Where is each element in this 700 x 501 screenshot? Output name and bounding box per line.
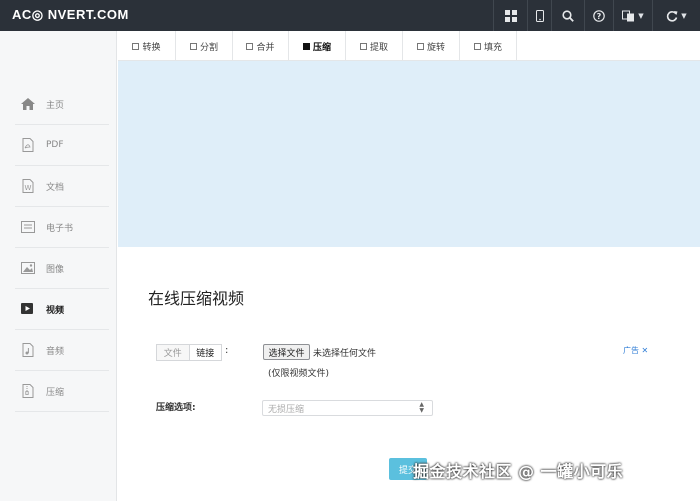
source-colon: :: [225, 345, 229, 356]
grid-icon: [504, 9, 517, 22]
video-icon: [19, 300, 37, 318]
tab-convert[interactable]: 转换: [118, 31, 176, 61]
sidebar-item-audio[interactable]: 音频: [15, 330, 109, 371]
select-value: 无损压缩: [268, 404, 305, 415]
tool-tabs: 转换 分割 合并 压缩 提取 旋转 填充: [118, 31, 700, 61]
sidebar-item-image[interactable]: 图像: [15, 248, 109, 289]
ebook-icon: [19, 218, 37, 236]
select-arrows-icon: ▲ ▼: [419, 401, 424, 414]
sidebar: 主页 PDF W 文档 电子书 图像 视频 音频 压缩: [0, 31, 117, 501]
ad-close-link[interactable]: 广告 ✕: [623, 345, 648, 356]
mobile-button[interactable]: [527, 0, 551, 31]
sidebar-item-label: 文档: [46, 182, 65, 193]
svg-text:?: ?: [597, 11, 602, 20]
tab-split[interactable]: 分割: [176, 31, 233, 61]
file-status: 未选择任何文件: [313, 349, 377, 359]
search-icon: [562, 9, 574, 22]
image-icon: [19, 259, 37, 277]
sidebar-item-label: 视频: [46, 305, 65, 316]
help-button[interactable]: ?: [584, 0, 613, 31]
watermark-text: 掘金技术社区 @ 一罐小可乐: [413, 462, 624, 481]
sidebar-item-ebook[interactable]: 电子书: [15, 207, 109, 248]
top-navbar: AC◎ NVERT.COM ? ▼ ▼: [0, 0, 700, 31]
refresh-icon: [667, 10, 678, 22]
language-dropdown[interactable]: ▼: [613, 0, 652, 31]
home-icon: [19, 95, 37, 113]
sidebar-item-label: 图像: [46, 264, 65, 275]
sidebar-item-label: 压缩: [46, 387, 65, 398]
tab-rotate[interactable]: 旋转: [403, 31, 460, 61]
checkbox-icon: [473, 42, 481, 50]
pdf-icon: [19, 136, 37, 154]
banner-area: [118, 61, 700, 247]
source-tab-file[interactable]: 文件: [157, 345, 190, 360]
chevron-down-icon: ▼: [681, 11, 687, 20]
sidebar-item-archive[interactable]: 压缩: [15, 371, 109, 412]
compression-options-label: 压缩选项:: [156, 403, 196, 413]
checkbox-icon: [189, 42, 197, 50]
help-icon: ?: [593, 9, 605, 22]
sidebar-item-label: 音频: [46, 346, 65, 357]
search-button[interactable]: [551, 0, 584, 31]
page-title: 在线压缩视频: [148, 289, 245, 308]
sidebar-item-label: 主页: [46, 100, 65, 111]
tab-compress[interactable]: 压缩: [289, 31, 346, 61]
sidebar-item-pdf[interactable]: PDF: [15, 125, 109, 166]
sidebar-item-label: PDF: [46, 140, 64, 150]
tab-merge[interactable]: 合并: [233, 31, 289, 61]
checkbox-icon: [416, 42, 424, 50]
chevron-down-icon: ▼: [638, 11, 644, 20]
refresh-dropdown[interactable]: ▼: [652, 0, 700, 31]
archive-icon: [19, 382, 37, 400]
sidebar-item-label: 电子书: [46, 223, 74, 234]
checkbox-icon: [302, 42, 310, 50]
checkbox-icon: [132, 42, 140, 50]
svg-text:W: W: [25, 184, 32, 192]
checkbox-icon: [246, 42, 254, 50]
tab-extract[interactable]: 提取: [346, 31, 403, 61]
document-icon: W: [19, 177, 37, 195]
audio-icon: [19, 341, 37, 359]
mobile-icon: [535, 9, 544, 22]
sidebar-item-video[interactable]: 视频: [15, 289, 109, 330]
source-toggle: 文件 链接: [156, 344, 222, 361]
source-tab-link[interactable]: 链接: [190, 345, 222, 360]
sidebar-item-home[interactable]: 主页: [15, 84, 109, 125]
language-icon: [622, 10, 635, 21]
site-logo[interactable]: AC◎ NVERT.COM: [12, 7, 129, 23]
compression-select[interactable]: 无损压缩 ▲ ▼: [262, 400, 433, 416]
tab-fill[interactable]: 填充: [460, 31, 517, 61]
file-hint: (仅限视频文件): [268, 369, 330, 379]
checkbox-icon: [359, 42, 367, 50]
sidebar-item-document[interactable]: W 文档: [15, 166, 109, 207]
choose-file-button[interactable]: 选择文件: [263, 344, 310, 360]
grid-menu-button[interactable]: [493, 0, 527, 31]
